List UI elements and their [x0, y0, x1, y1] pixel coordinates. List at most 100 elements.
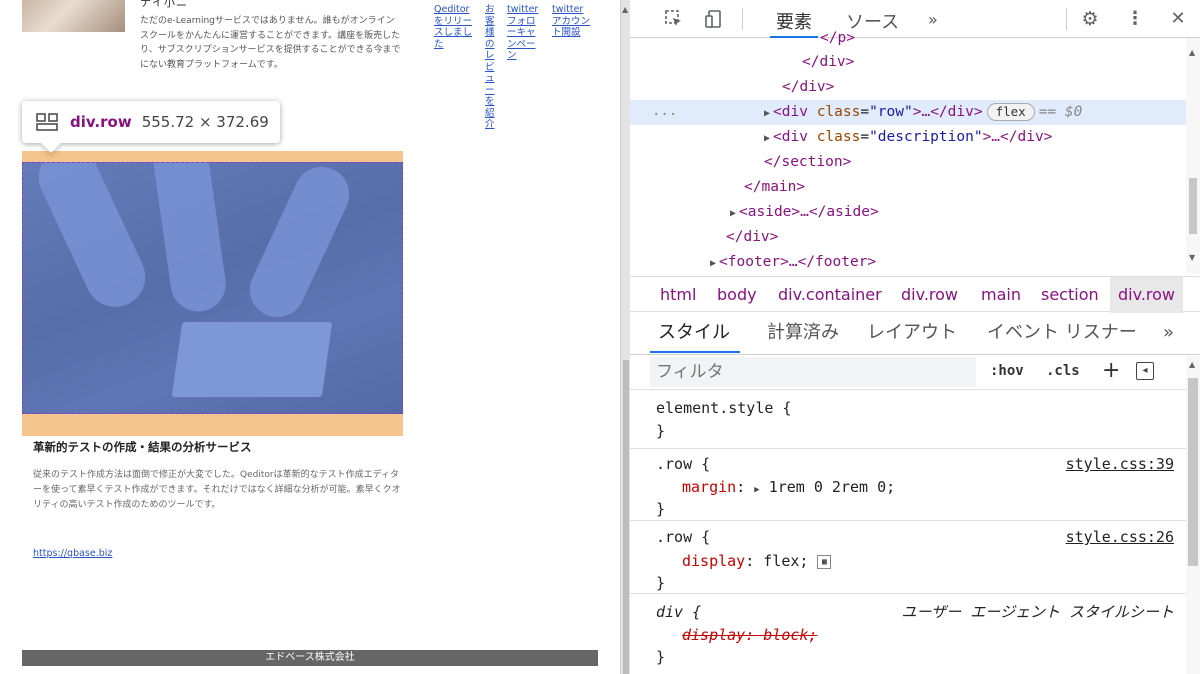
news-link-qeditor[interactable]: Qeditorをリリースしました	[434, 4, 474, 50]
flexbox-editor-icon[interactable]: ▦	[817, 554, 832, 569]
news-link-twitter-account[interactable]: twitterアカウント開設	[552, 4, 590, 39]
inspect-element-icon[interactable]	[664, 9, 684, 29]
dom-node[interactable]: </section>	[764, 150, 851, 175]
panel-splitter[interactable]: ▲	[620, 0, 630, 674]
dom-node-div-row[interactable]: ▶ <div class="row">…</div> flex == $0	[764, 100, 1082, 125]
selected-marker: == $0	[1038, 104, 1083, 120]
rule-selector[interactable]: .row {	[656, 453, 710, 475]
property-name[interactable]: margin	[682, 478, 736, 496]
close-icon[interactable]: ✕	[1168, 9, 1188, 29]
expand-triangle-icon[interactable]: ▶	[710, 258, 716, 269]
new-rule-icon[interactable]: +	[1102, 358, 1120, 383]
dom-node[interactable]: </p>	[820, 26, 855, 51]
scroll-up-arrow-icon[interactable]: ▲	[622, 5, 628, 14]
breadcrumb-item-active[interactable]: div.row	[1110, 277, 1184, 313]
breadcrumb-item[interactable]: div.row	[901, 277, 958, 313]
rule-div-user-agent: div { ユーザー エージェント スタイルシート display: block…	[630, 594, 1186, 674]
rule-source-link[interactable]: style.css:39	[1066, 453, 1174, 475]
rule-selector: div {	[656, 603, 702, 621]
property-value[interactable]: flex;	[763, 552, 808, 570]
dom-node[interactable]: </div>	[726, 225, 778, 250]
toggle-sidebar-icon[interactable]: ◂	[1136, 362, 1154, 380]
class-toggle-button[interactable]: .cls	[1046, 363, 1080, 379]
intro-text: ただのe-Learningサービスではありません。誰もがオンラインスクールをかん…	[140, 16, 401, 70]
dom-node-footer[interactable]: ▶ <footer>…</footer>	[710, 250, 876, 275]
rule-row-display: .row { style.css:26 display: flex; ▦ }	[630, 521, 1186, 594]
scroll-up-arrow-icon[interactable]: ▲	[1189, 48, 1195, 57]
rule-selector[interactable]: element.style {	[656, 397, 791, 419]
styles-scrollbar[interactable]: ▲	[1186, 356, 1200, 674]
more-options-icon[interactable]: ⋮	[1125, 9, 1145, 29]
breadcrumb-item[interactable]: body	[717, 277, 757, 313]
node-actions-icon[interactable]: ...	[652, 100, 677, 122]
devtools-panel: 要素 ソース » ⚙ ⋮ ✕ ... </p> </div> </div> ▶ <…	[630, 0, 1200, 674]
web-page-viewport: ナイ小ニ ただのe-Learningサービスではありません。誰もがオンラインスク…	[0, 0, 620, 674]
dom-node-div-description[interactable]: ▶ <div class="description">…</div>	[764, 125, 1052, 150]
expand-triangle-icon[interactable]: ▶	[764, 108, 770, 119]
tab-layout[interactable]: レイアウト	[867, 313, 957, 353]
property-name[interactable]: display	[682, 552, 745, 570]
card-link[interactable]: https://qbase.biz	[33, 548, 112, 559]
attr-name: class	[816, 104, 861, 120]
tag-open: <div	[773, 129, 808, 145]
tag-text: <aside>…</aside>	[739, 204, 879, 220]
dom-node-aside[interactable]: ▶ <aside>…</aside>	[730, 200, 879, 225]
toolbar-separator	[1066, 8, 1067, 30]
declaration-overridden: display: block;	[682, 626, 818, 644]
gear-icon[interactable]: ⚙	[1080, 9, 1100, 29]
rule-close: }	[656, 500, 666, 518]
card-title: 革新的テストの作成・結果の分析サービス	[33, 440, 252, 454]
tooltip-element-size: 555.72 × 372.69	[141, 113, 269, 131]
breadcrumb-item[interactable]: html	[660, 277, 696, 313]
user-agent-stylesheet-label: ユーザー エージェント スタイルシート	[901, 603, 1174, 621]
styles-pane: element.style { } .row { style.css:39 ma…	[630, 391, 1186, 674]
dom-node[interactable]: </div>	[782, 75, 834, 100]
page-scrollbar-thumb[interactable]	[623, 360, 629, 674]
tab-event-listeners[interactable]: イベント リスナー	[987, 313, 1137, 353]
declaration-display[interactable]: display: flex; ▦	[682, 550, 832, 572]
styles-scrollbar-thumb[interactable]	[1188, 378, 1198, 566]
news-link-twitter-campaign[interactable]: twitterフォローキャンペーン	[507, 4, 541, 62]
tab-elements[interactable]: 要素	[770, 8, 818, 38]
expand-triangle-icon[interactable]: ▶	[764, 133, 770, 144]
dom-node[interactable]: </main>	[744, 175, 805, 200]
breadcrumb-item[interactable]: section	[1041, 277, 1099, 313]
tab-computed[interactable]: 計算済み	[767, 313, 839, 353]
device-toolbar-icon[interactable]	[704, 9, 724, 29]
tag-open: <div	[773, 104, 808, 120]
more-subtabs-icon[interactable]: »	[1163, 313, 1174, 353]
thumbnail-image	[22, 0, 125, 32]
attr-value: "description"	[869, 129, 983, 145]
element-highlight-overlay	[22, 162, 403, 414]
dom-scrollbar-thumb[interactable]	[1189, 178, 1197, 234]
breadcrumb-item[interactable]: div.container	[778, 277, 882, 313]
flex-container-icon	[36, 113, 58, 131]
rule-source-link[interactable]: style.css:26	[1066, 526, 1174, 548]
styles-filter-bar: :hov .cls + ◂	[630, 356, 1186, 390]
flex-badge[interactable]: flex	[986, 103, 1035, 121]
dom-node[interactable]: </div>	[802, 50, 854, 75]
filter-input[interactable]	[650, 357, 976, 387]
attr-value: "row"	[869, 104, 913, 120]
property-value[interactable]: 1rem 0 2rem 0;	[769, 478, 895, 496]
hover-state-button[interactable]: :hov	[990, 363, 1024, 379]
devtools-toolbar: 要素 ソース » ⚙ ⋮ ✕	[630, 0, 1200, 38]
margin-highlight-top	[22, 151, 403, 162]
dom-scrollbar[interactable]: ▲ ▼	[1186, 38, 1200, 274]
declaration-margin[interactable]: margin: ▶ 1rem 0 2rem 0;	[682, 476, 895, 501]
rule-close: }	[656, 574, 666, 592]
rule-close: }	[656, 422, 666, 440]
tab-styles[interactable]: スタイル	[650, 313, 740, 353]
scroll-up-arrow-icon[interactable]: ▲	[1189, 360, 1195, 369]
breadcrumb-item[interactable]: main	[981, 277, 1021, 313]
page-heading: ナイ小ニ	[140, 0, 188, 9]
dom-tree: ... </p> </div> </div> ▶ <div class="row"…	[630, 30, 1186, 275]
expand-triangle-icon[interactable]: ▶	[730, 208, 736, 219]
news-link-reviews[interactable]: お客様のレビューを紹介	[485, 4, 496, 131]
expand-triangle-icon[interactable]: ▶	[754, 485, 759, 495]
tag-rest: >…</div>	[982, 129, 1053, 145]
rule-selector[interactable]: .row {	[656, 526, 710, 548]
tooltip-element-name: div.row	[70, 113, 132, 131]
scroll-down-arrow-icon[interactable]: ▼	[1189, 253, 1195, 262]
more-tabs-icon[interactable]: »	[928, 10, 938, 40]
